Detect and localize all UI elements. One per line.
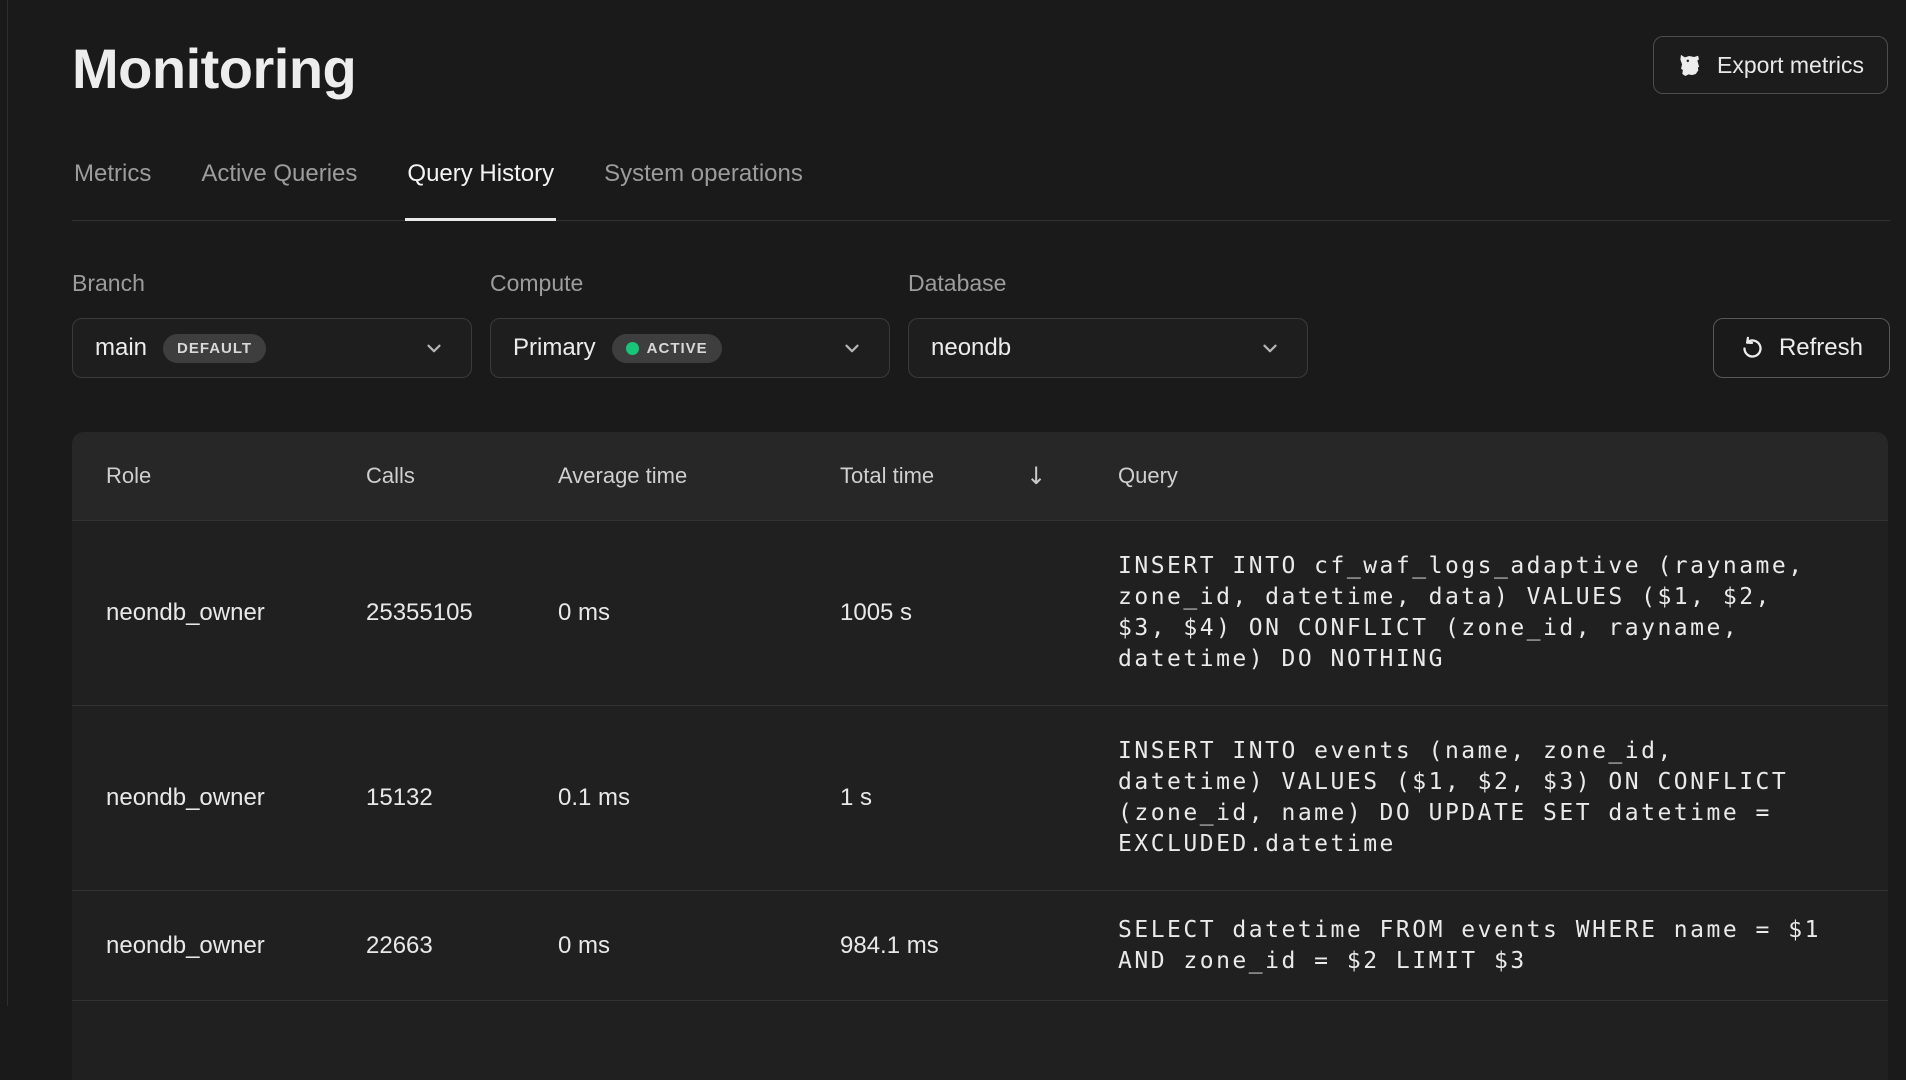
table-row[interactable]: neondb_owner 25355105 0 ms 1005 s INSERT…	[72, 520, 1888, 705]
status-dot	[626, 342, 639, 355]
cell-average-time: 0.1 ms	[558, 784, 840, 812]
table-row[interactable]: neondb_owner 22663 0 ms 984.1 ms SELECT …	[72, 890, 1888, 1000]
cell-role: neondb_owner	[106, 599, 366, 627]
database-select[interactable]: neondb	[908, 318, 1308, 378]
compute-value: Primary	[513, 334, 596, 362]
column-header-role[interactable]: Role	[106, 463, 366, 489]
chevron-down-icon	[841, 337, 863, 359]
column-header-total-time[interactable]: Total time ↓	[840, 462, 1118, 490]
sort-desc-icon[interactable]: ↓	[1026, 462, 1046, 490]
cell-total-time: 1005 s	[840, 599, 1118, 627]
cell-average-time: 0 ms	[558, 932, 840, 960]
export-metrics-label: Export metrics	[1717, 52, 1864, 79]
column-header-query[interactable]: Query	[1118, 463, 1888, 489]
database-value: neondb	[931, 334, 1011, 362]
cell-calls: 15132	[366, 784, 558, 812]
table-row[interactable]: neondb_owner 15132 0.1 ms 1 s INSERT INT…	[72, 705, 1888, 890]
panel-left-border	[7, 0, 8, 1006]
chevron-down-icon	[1259, 337, 1281, 359]
datadog-icon	[1677, 52, 1704, 79]
cell-query: INSERT INTO cf_waf_logs_adaptive (raynam…	[1118, 551, 1888, 675]
tab-active-queries[interactable]: Active Queries	[199, 156, 359, 220]
export-metrics-button[interactable]: Export metrics	[1653, 36, 1888, 94]
column-header-average-time[interactable]: Average time	[558, 463, 840, 489]
chevron-down-icon	[423, 337, 445, 359]
monitoring-tabs: Metrics Active Queries Query History Sys…	[72, 156, 1890, 221]
table-row-partial[interactable]	[72, 1000, 1888, 1080]
table-header-row: Role Calls Average time Total time ↓ Que…	[72, 432, 1888, 520]
column-header-calls[interactable]: Calls	[366, 463, 558, 489]
refresh-label: Refresh	[1779, 334, 1863, 362]
cell-calls: 25355105	[366, 599, 558, 627]
compute-select[interactable]: Primary ACTIVE	[490, 318, 890, 378]
active-badge: ACTIVE	[612, 334, 722, 363]
tab-query-history[interactable]: Query History	[405, 156, 556, 220]
refresh-icon	[1740, 336, 1765, 361]
cell-query: SELECT datetime FROM events WHERE name =…	[1118, 915, 1888, 977]
cell-calls: 22663	[366, 932, 558, 960]
cell-query: INSERT INTO events (name, zone_id, datet…	[1118, 736, 1888, 860]
tab-metrics[interactable]: Metrics	[72, 156, 153, 220]
refresh-button[interactable]: Refresh	[1713, 318, 1890, 378]
branch-label: Branch	[72, 270, 145, 297]
cell-role: neondb_owner	[106, 784, 366, 812]
branch-value: main	[95, 334, 147, 362]
database-label: Database	[908, 270, 1006, 297]
tab-system-operations[interactable]: System operations	[602, 156, 805, 220]
branch-select[interactable]: main DEFAULT	[72, 318, 472, 378]
default-badge: DEFAULT	[163, 334, 266, 363]
cell-total-time: 984.1 ms	[840, 932, 1118, 960]
page-title: Monitoring	[72, 36, 356, 101]
cell-role: neondb_owner	[106, 932, 366, 960]
query-history-table: Role Calls Average time Total time ↓ Que…	[72, 432, 1888, 1080]
cell-total-time: 1 s	[840, 784, 1118, 812]
cell-average-time: 0 ms	[558, 599, 840, 627]
compute-label: Compute	[490, 270, 583, 297]
